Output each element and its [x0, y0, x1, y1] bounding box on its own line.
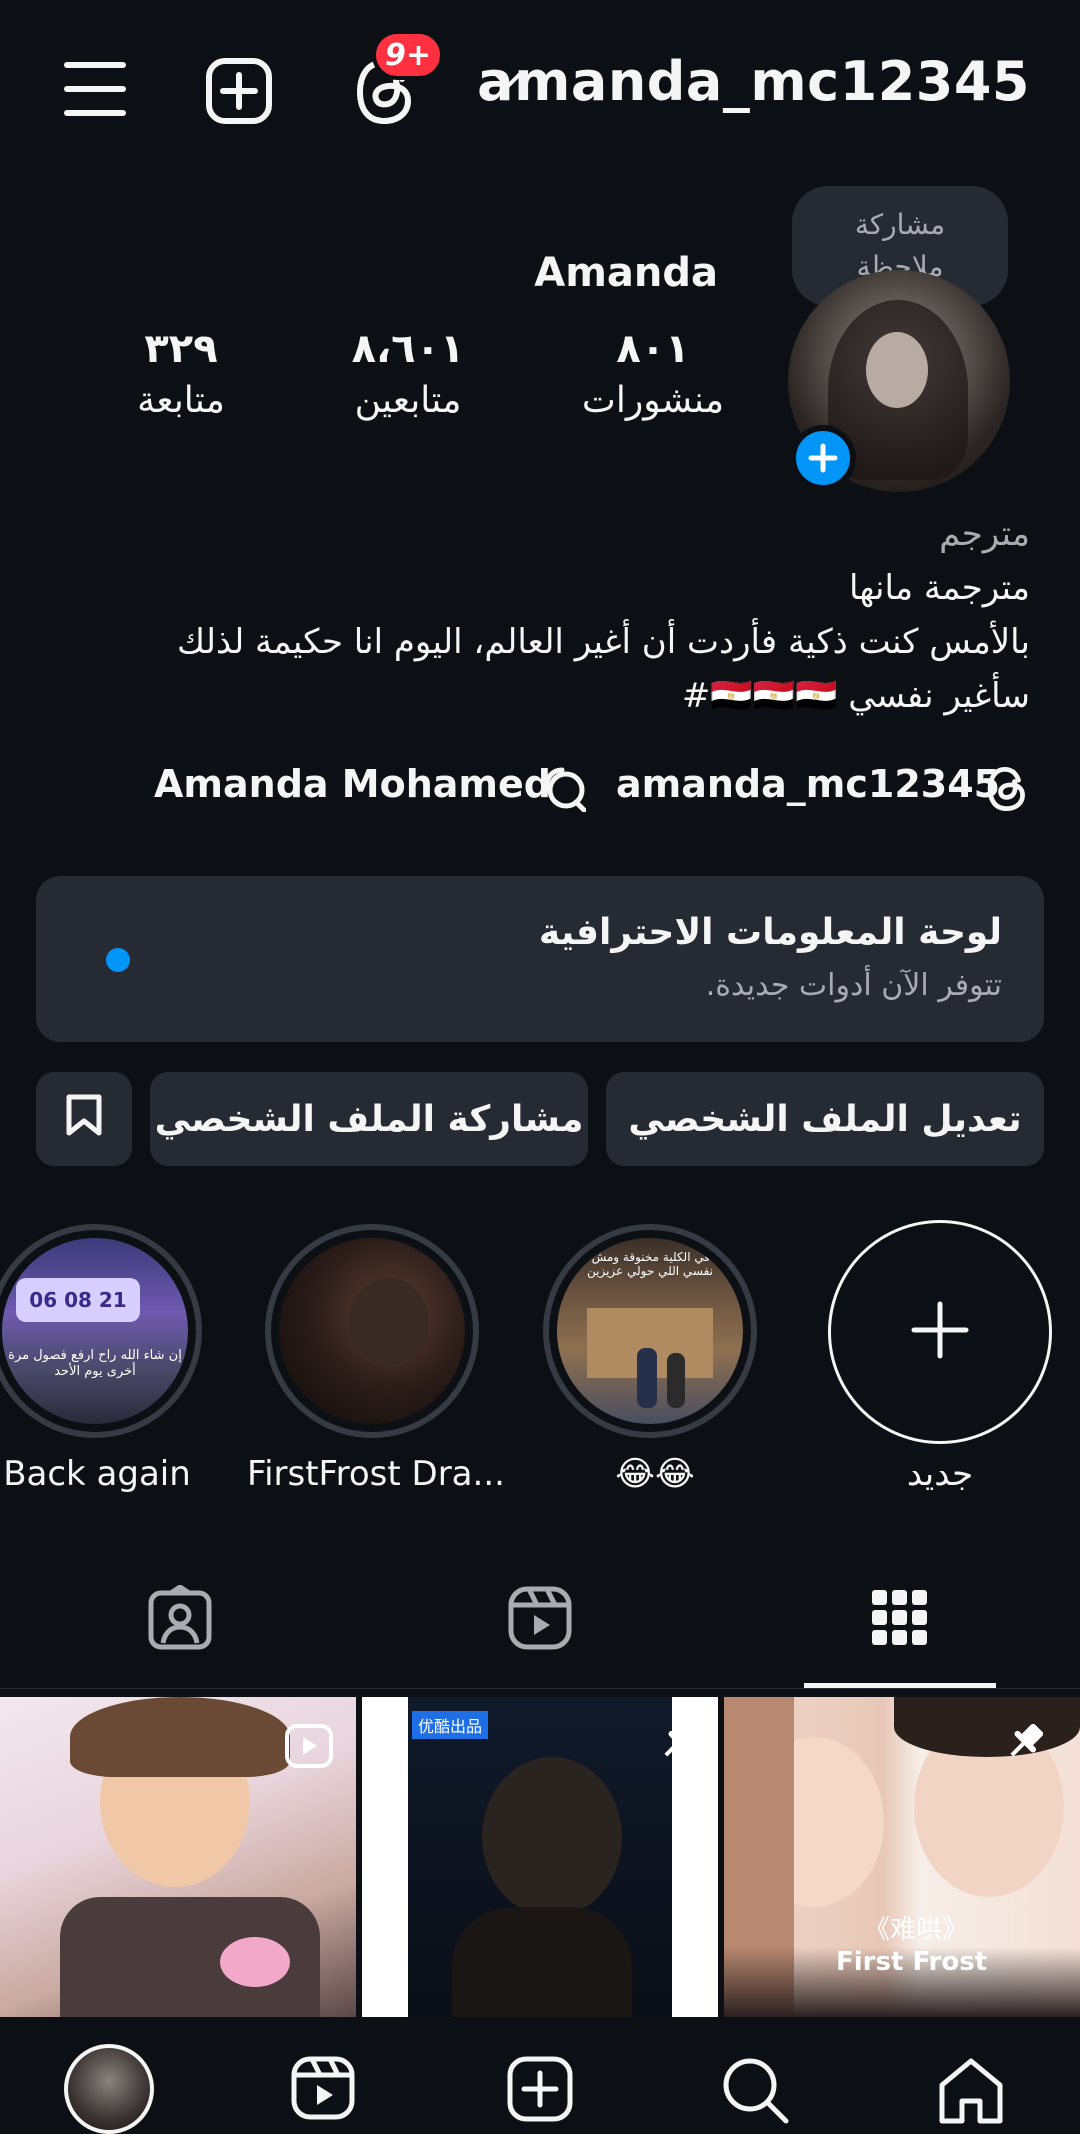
- timer-widget: 06 08 21: [16, 1278, 140, 1322]
- grid-post-3[interactable]: 《难哄》 First Frost: [724, 1697, 1080, 2017]
- stat-followers-value: ٨،٦٠١: [351, 326, 465, 372]
- avatar-face: [866, 332, 928, 408]
- tabs-divider: [0, 1688, 1080, 1689]
- person-shape: [667, 1353, 685, 1408]
- bookmark-icon: [65, 1093, 103, 1146]
- plus-icon: [910, 1300, 970, 1364]
- saved-button[interactable]: [36, 1072, 132, 1166]
- share-profile-button[interactable]: مشاركة الملف الشخصي: [150, 1072, 588, 1166]
- grid-post-2[interactable]: 优酷出品: [362, 1697, 718, 2017]
- add-story-icon[interactable]: [790, 425, 856, 491]
- bio-line-1: مترجمة مانها: [848, 568, 1030, 608]
- highlight-label-laugh[interactable]: 😂😂: [530, 1454, 780, 1494]
- nav-profile-avatar[interactable]: [64, 2044, 154, 2134]
- header-username[interactable]: amanda_mc12345: [477, 50, 1030, 113]
- post-title-cn: 《难哄》: [864, 1915, 969, 1945]
- highlight-caption: إن شاء الله راح ارفع فصول مرة أخرى يوم ا…: [8, 1348, 182, 1379]
- reel-badge-icon: [284, 1723, 334, 1773]
- grid-post-1[interactable]: [0, 1697, 356, 2017]
- stat-following-label: متابعة: [137, 380, 225, 421]
- stat-followers[interactable]: ٨،٦٠١ متابعين: [338, 326, 478, 421]
- stat-following-value: ٣٢٩: [144, 326, 218, 372]
- bio-line-3: سأغير نفسي 🇪🇬🇪🇬🇪🇬#: [681, 676, 1030, 716]
- pin-icon: [1004, 1719, 1048, 1767]
- highlight-image-timer[interactable]: 06 08 21 إن شاء الله راح ارفع فصول مرة أ…: [2, 1238, 188, 1424]
- threads-link[interactable]: amanda_mc12345: [616, 762, 1000, 806]
- highlight-image-campus[interactable]: واقفة في الكلية مخنوقة ومش طايقة نفسي ال…: [557, 1238, 743, 1424]
- tab-posts-grid[interactable]: [855, 1580, 945, 1660]
- nav-home-icon[interactable]: [936, 2055, 1006, 2129]
- reels-icon: [507, 1585, 573, 1655]
- stat-followers-label: متابعين: [354, 380, 462, 421]
- highlight-caption: واقفة في الكلية مخنوقة ومش طايقة نفسي ال…: [558, 1250, 742, 1278]
- highlight-image-firstfrost[interactable]: [279, 1238, 465, 1424]
- tab-tagged[interactable]: [135, 1580, 225, 1660]
- character-hair: [70, 1697, 290, 1777]
- dashboard-title: لوحة المعلومات الاحترافية: [538, 912, 1002, 953]
- stat-posts[interactable]: ٨٠١ منشورات: [578, 326, 728, 421]
- bio-line-2: بالأمس كنت ذكية فأردت أن أغير العالم، ال…: [177, 622, 1030, 662]
- new-indicator-dot: [106, 948, 130, 972]
- new-highlight-button[interactable]: [828, 1220, 1052, 1444]
- stat-posts-label: منشورات: [581, 380, 725, 421]
- post-badge: 优酷出品: [412, 1711, 489, 1739]
- character-body: [452, 1907, 632, 2017]
- note-text-line1: مشاركة: [854, 208, 946, 241]
- notification-badge: 9+: [372, 30, 444, 80]
- highlight-label-new[interactable]: جديد: [815, 1454, 1065, 1494]
- nav-create-icon[interactable]: [506, 2055, 574, 2127]
- display-name: Amanda: [534, 250, 718, 296]
- create-post-icon[interactable]: [204, 56, 274, 126]
- actor-hair: [894, 1697, 1080, 1757]
- nav-search-icon[interactable]: [720, 2055, 790, 2129]
- character-head: [482, 1757, 622, 1917]
- bio-category: مترجم: [939, 514, 1030, 554]
- facebook-link[interactable]: Amanda Mohamed: [154, 762, 551, 806]
- tab-reels[interactable]: [495, 1580, 585, 1660]
- post-title-en: First Frost: [836, 1947, 988, 1977]
- pin-icon: [658, 1719, 702, 1767]
- flower-shape: [220, 1937, 290, 1987]
- tagged-person-icon: [147, 1583, 213, 1655]
- professional-dashboard-card[interactable]: لوحة المعلومات الاحترافية تتوفر الآن أدو…: [36, 876, 1044, 1042]
- menu-icon[interactable]: [62, 58, 128, 120]
- dashboard-subtitle: تتوفر الآن أدوات جديدة.: [705, 968, 1002, 1003]
- grid-icon: [872, 1590, 928, 1650]
- person-shape: [637, 1348, 657, 1408]
- figure-shape: [349, 1278, 429, 1368]
- highlight-label-firstfrost[interactable]: FirstFrost Dra...: [247, 1454, 505, 1494]
- highlight-label-back-again[interactable]: Back again: [0, 1454, 222, 1494]
- stat-following[interactable]: ٣٢٩ متابعة: [126, 326, 236, 421]
- stat-posts-value: ٨٠١: [616, 326, 690, 372]
- edit-profile-button[interactable]: تعديل الملف الشخصي: [606, 1072, 1044, 1166]
